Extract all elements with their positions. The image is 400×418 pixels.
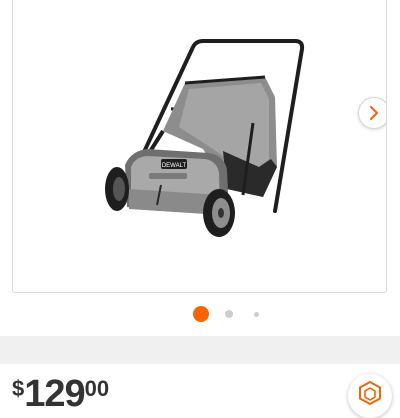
chevron-right-icon <box>370 106 378 120</box>
carousel-indicator <box>0 306 400 322</box>
product-price: $12900 <box>12 373 109 416</box>
section-divider <box>0 336 400 364</box>
lawn-sweeper-image: DEWALT <box>105 39 305 237</box>
price-whole: 129 <box>24 373 85 415</box>
carousel-dot-active[interactable] <box>193 306 209 322</box>
price-cents: 00 <box>84 376 110 401</box>
next-image-button[interactable] <box>358 97 386 129</box>
product-image-card[interactable]: DEWALT <box>12 0 387 293</box>
price-currency: $ <box>12 376 25 401</box>
store-hexagon-icon <box>359 380 381 406</box>
brand-badge: DEWALT <box>162 163 187 169</box>
store-button[interactable] <box>348 374 392 418</box>
carousel-dot[interactable] <box>254 312 259 317</box>
carousel-dot[interactable] <box>225 310 233 318</box>
